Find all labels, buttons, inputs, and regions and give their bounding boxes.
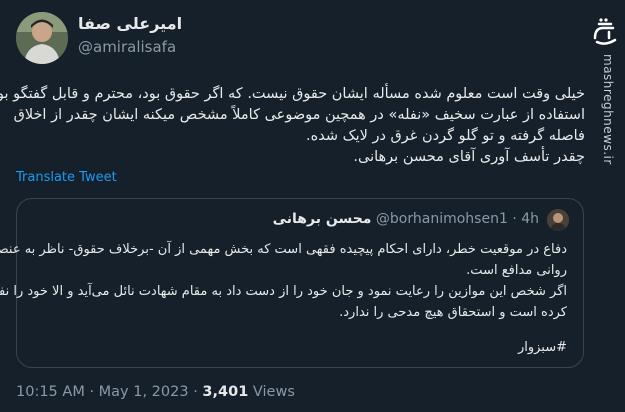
tweet-meta: 10:15 AM · May 1, 2023 · 3,401 Views — [16, 384, 295, 400]
quoted-header: محسن برهانی @borhanimohsen1 · 4h — [273, 211, 539, 227]
tweet-line: خیلی وقت است معلوم شده مسأله ایشان حقوق … — [0, 86, 585, 102]
translate-tweet-link[interactable]: Translate Tweet — [16, 170, 117, 185]
watermark-site: mashreghnews.ir — [601, 54, 615, 165]
quoted-author-handle[interactable]: @borhanimohsen1 — [376, 211, 508, 227]
mashregh-logo-icon — [593, 18, 617, 45]
tweet-date[interactable]: May 1, 2023 — [99, 384, 189, 400]
quoted-separator: · — [512, 211, 517, 227]
author-handle[interactable]: @amiralisafa — [78, 38, 176, 56]
tweet-line: چقدر تأسف آوری آقای محسن برهانی. — [353, 149, 585, 165]
quoted-line: کرده است و استحقاق هیچ مدحی را ندارد. — [339, 305, 567, 320]
views-label: Views — [252, 384, 295, 400]
quoted-tweet[interactable]: محسن برهانی @borhanimohsen1 · 4h دفاع در… — [0, 198, 584, 368]
tweet-line: استفاده از عبارت سخیف «نفله» در همچین مو… — [13, 107, 585, 123]
quoted-author-avatar[interactable] — [547, 209, 569, 231]
meta-separator: · — [89, 384, 95, 400]
quoted-line: اگر شخص این موازین را رعایت نمود و جان خ… — [0, 284, 567, 299]
quoted-text: دفاع در موقعیت خطر، دارای احکام پیچیده ف… — [0, 239, 567, 323]
tweet-line: فاصله گرفته و تو گلو گردن غرق در لایک شد… — [306, 128, 585, 144]
author-name[interactable]: امیرعلی صفا — [78, 14, 182, 33]
watermark: mashreghnews.ir — [591, 6, 621, 412]
author-avatar[interactable] — [16, 12, 68, 64]
quoted-age[interactable]: 4h — [521, 211, 539, 227]
tweet-time[interactable]: 10:15 AM — [16, 384, 85, 400]
tweet-text: خیلی وقت است معلوم شده مسأله ایشان حقوق … — [0, 84, 585, 168]
quoted-hashtag[interactable]: #سبزوار — [518, 340, 567, 355]
quoted-author-name[interactable]: محسن برهانی — [273, 211, 372, 227]
quoted-line: دفاع در موقعیت خطر، دارای احکام پیچیده ف… — [0, 242, 567, 257]
views-count: 3,401 — [202, 384, 249, 400]
quoted-line: روانی مدافع است. — [466, 263, 567, 278]
meta-separator: · — [193, 384, 198, 400]
